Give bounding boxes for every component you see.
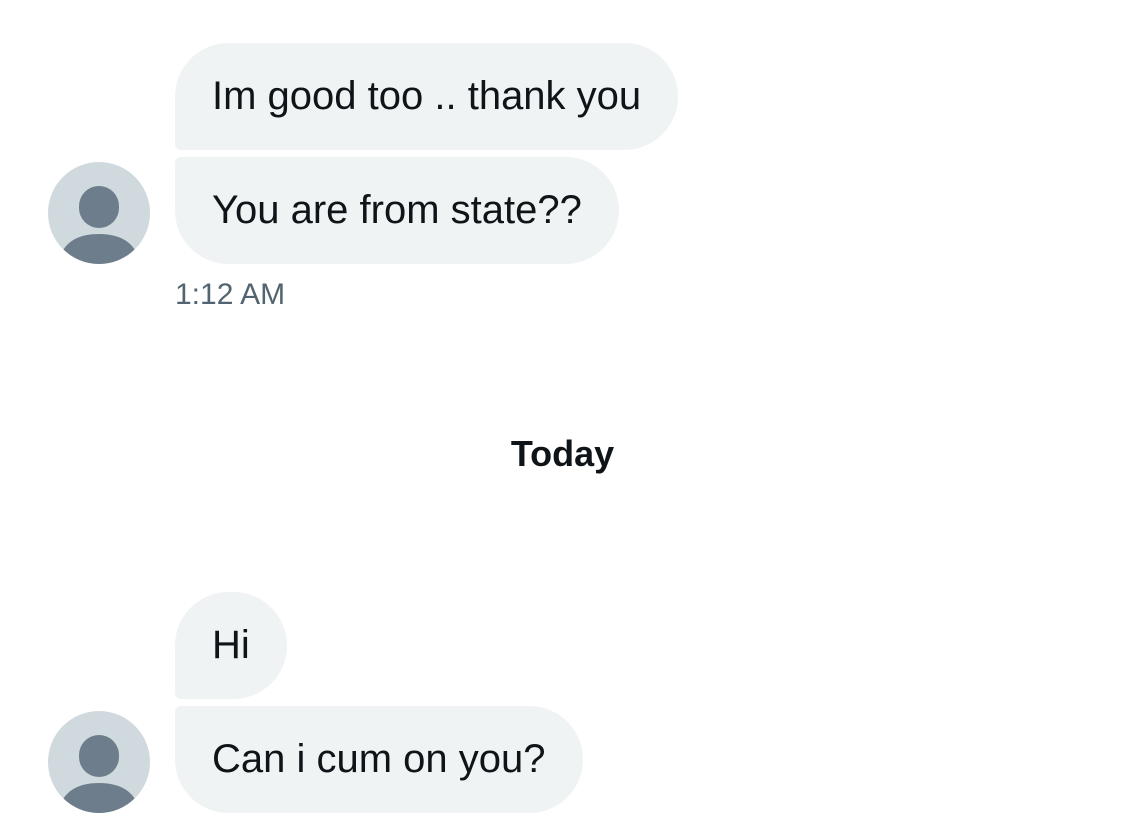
message-text: Can i cum on you? (212, 737, 546, 781)
message-timestamp: 1:12 AM (175, 278, 286, 311)
message-bubble[interactable]: Hi (175, 592, 287, 699)
message-text: You are from state?? (212, 188, 582, 232)
avatar-icon[interactable] (48, 162, 150, 264)
day-separator: Today (510, 433, 615, 474)
message-bubble[interactable]: Im good too .. thank you (175, 43, 679, 150)
message-bubble[interactable]: Can i cum on you? (175, 706, 583, 813)
avatar-icon[interactable] (48, 711, 150, 813)
message-text: Im good too .. thank you (212, 74, 642, 118)
message-bubble[interactable]: You are from state?? (175, 157, 619, 264)
message-text: Hi (212, 623, 250, 667)
